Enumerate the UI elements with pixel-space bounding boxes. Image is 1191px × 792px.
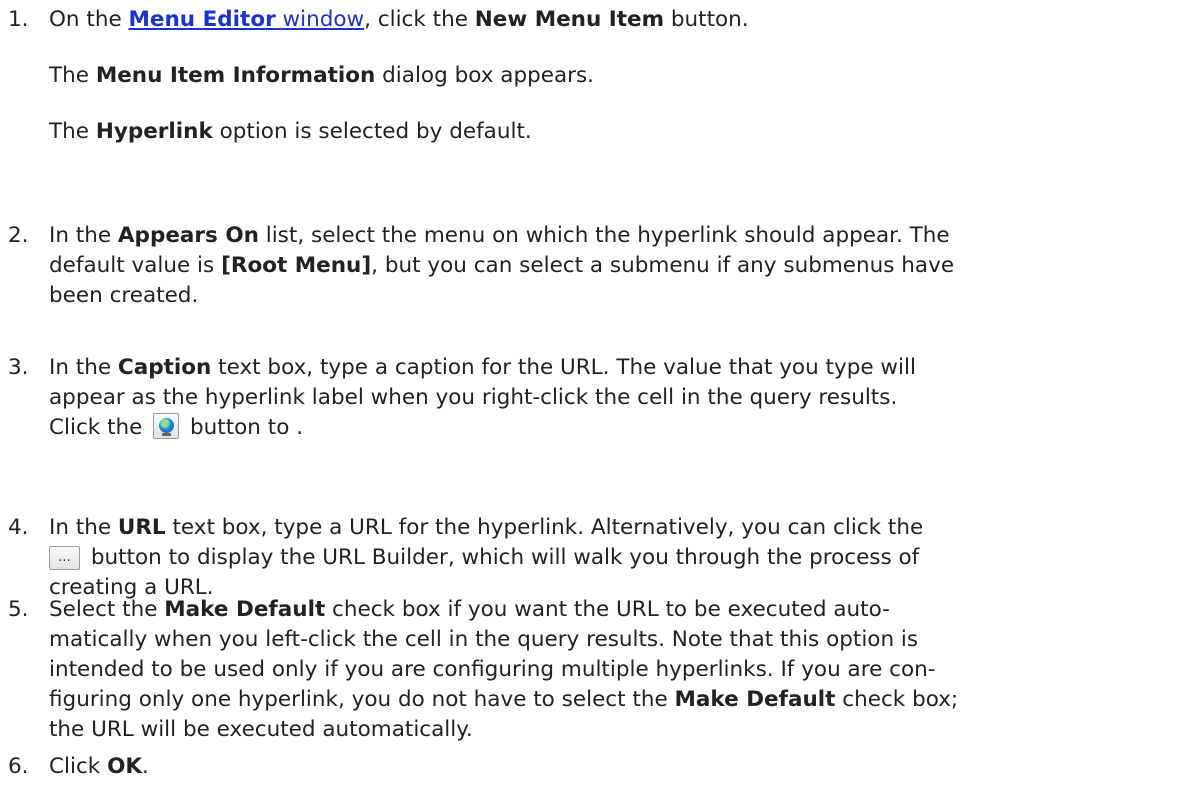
step-number: 3.	[8, 355, 29, 380]
step-1-result: The Menu Item Information dialog box app…	[49, 63, 595, 88]
step-3: 3. In the Caption text box, type a capti…	[8, 353, 1168, 443]
step-6: 6. Click OK.	[8, 752, 1168, 782]
globe-button[interactable]	[153, 413, 180, 439]
step-number: 6.	[8, 754, 29, 779]
step-2: 2. In the Appears On list, select the me…	[8, 221, 1168, 311]
step-number: 4.	[8, 515, 29, 540]
step-5: 5. Select the Make Default check box if …	[8, 595, 1168, 745]
step-number: 1.	[8, 7, 29, 32]
step-number: 5.	[8, 597, 29, 622]
step-6-instruction: Click OK.	[49, 754, 149, 779]
step-1-instruction: On the Menu Editor window, click the New…	[49, 7, 749, 32]
step-1: 1. On the Menu Editor window, click the …	[8, 5, 1168, 147]
step-3-instruction: In the Caption text box, type a caption …	[49, 355, 916, 440]
step-4: 4. In the URL text box, type a URL for t…	[8, 513, 1168, 603]
step-4-instruction: In the URL text box, type a URL for the …	[49, 515, 924, 600]
browse-button[interactable]: ...	[49, 546, 80, 570]
step-2-instruction: In the Appears On list, select the menu …	[49, 223, 955, 308]
ellipsis-icon: ...	[58, 550, 71, 565]
step-number: 2.	[8, 223, 29, 248]
globe-icon	[159, 418, 175, 433]
menu-editor-window-link[interactable]: Menu Editor window	[129, 7, 365, 32]
step-1-note: The Hyperlink option is selected by defa…	[49, 119, 532, 144]
step-5-instruction: Select the Make Default check box if you…	[49, 597, 959, 742]
